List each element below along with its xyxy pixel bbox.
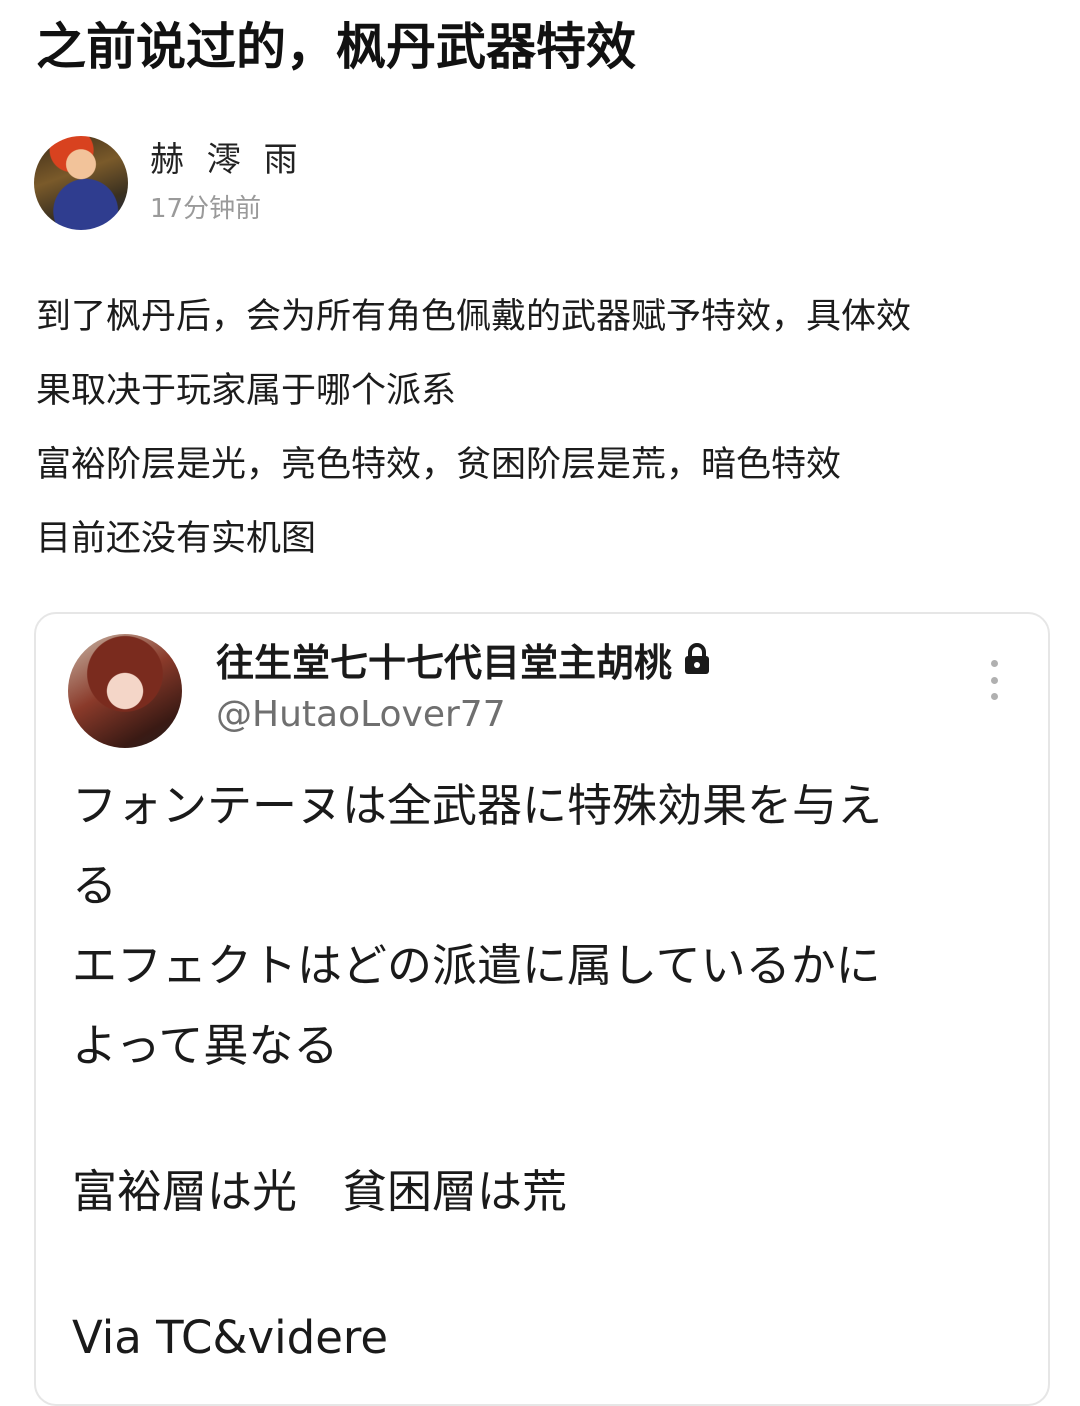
tweet-line: エフェクトはどの派遣に属しているかに	[72, 939, 881, 992]
post-body-line: 到了枫丹后，会为所有角色佩戴的武器赋予特效，具体效	[36, 297, 912, 337]
tweet-author-name[interactable]: 往生堂七十七代目堂主胡桃	[216, 638, 712, 691]
post-body-line: 富裕阶层是光，亮色特效，贫困阶层是荒，暗色特效	[36, 445, 842, 485]
post-body-line: 目前还没有实机图	[36, 519, 317, 559]
author-name[interactable]: 赫 澪 雨	[150, 138, 304, 182]
tweet-text: フォンテーヌは全武器に特殊効果を与え る エフェクトはどの派遣に属しているかに …	[72, 766, 1012, 1378]
more-vertical-icon[interactable]	[984, 660, 1004, 700]
lock-icon	[682, 638, 712, 688]
author-avatar[interactable]	[34, 136, 128, 230]
tweet-line: フォンテーヌは全武器に特殊効果を与え	[72, 779, 883, 832]
tweet-author-handle[interactable]: @HutaoLover77	[216, 692, 506, 738]
tweet-author-name-text: 往生堂七十七代目堂主胡桃	[216, 641, 673, 685]
post-timestamp: 17分钟前	[150, 194, 262, 224]
tweet-line: Via TC&videre	[72, 1311, 389, 1364]
post-title: 之前说过的，枫丹武器特效	[36, 18, 636, 76]
tweet-line: 富裕層は光 貧困層は荒	[72, 1165, 568, 1218]
tweet-line: る	[72, 859, 118, 912]
post-body-line: 果取决于玩家属于哪个派系	[36, 371, 457, 411]
tweet-author-avatar[interactable]	[68, 634, 182, 748]
embedded-tweet-card[interactable]: 往生堂七十七代目堂主胡桃 @HutaoLover77 フォンテーヌは全武器に特殊…	[34, 612, 1050, 1406]
post-body: 到了枫丹后，会为所有角色佩戴的武器赋予特效，具体效 果取决于玩家属于哪个派系 富…	[36, 280, 1066, 576]
tweet-line: よって異なる	[72, 1019, 339, 1072]
